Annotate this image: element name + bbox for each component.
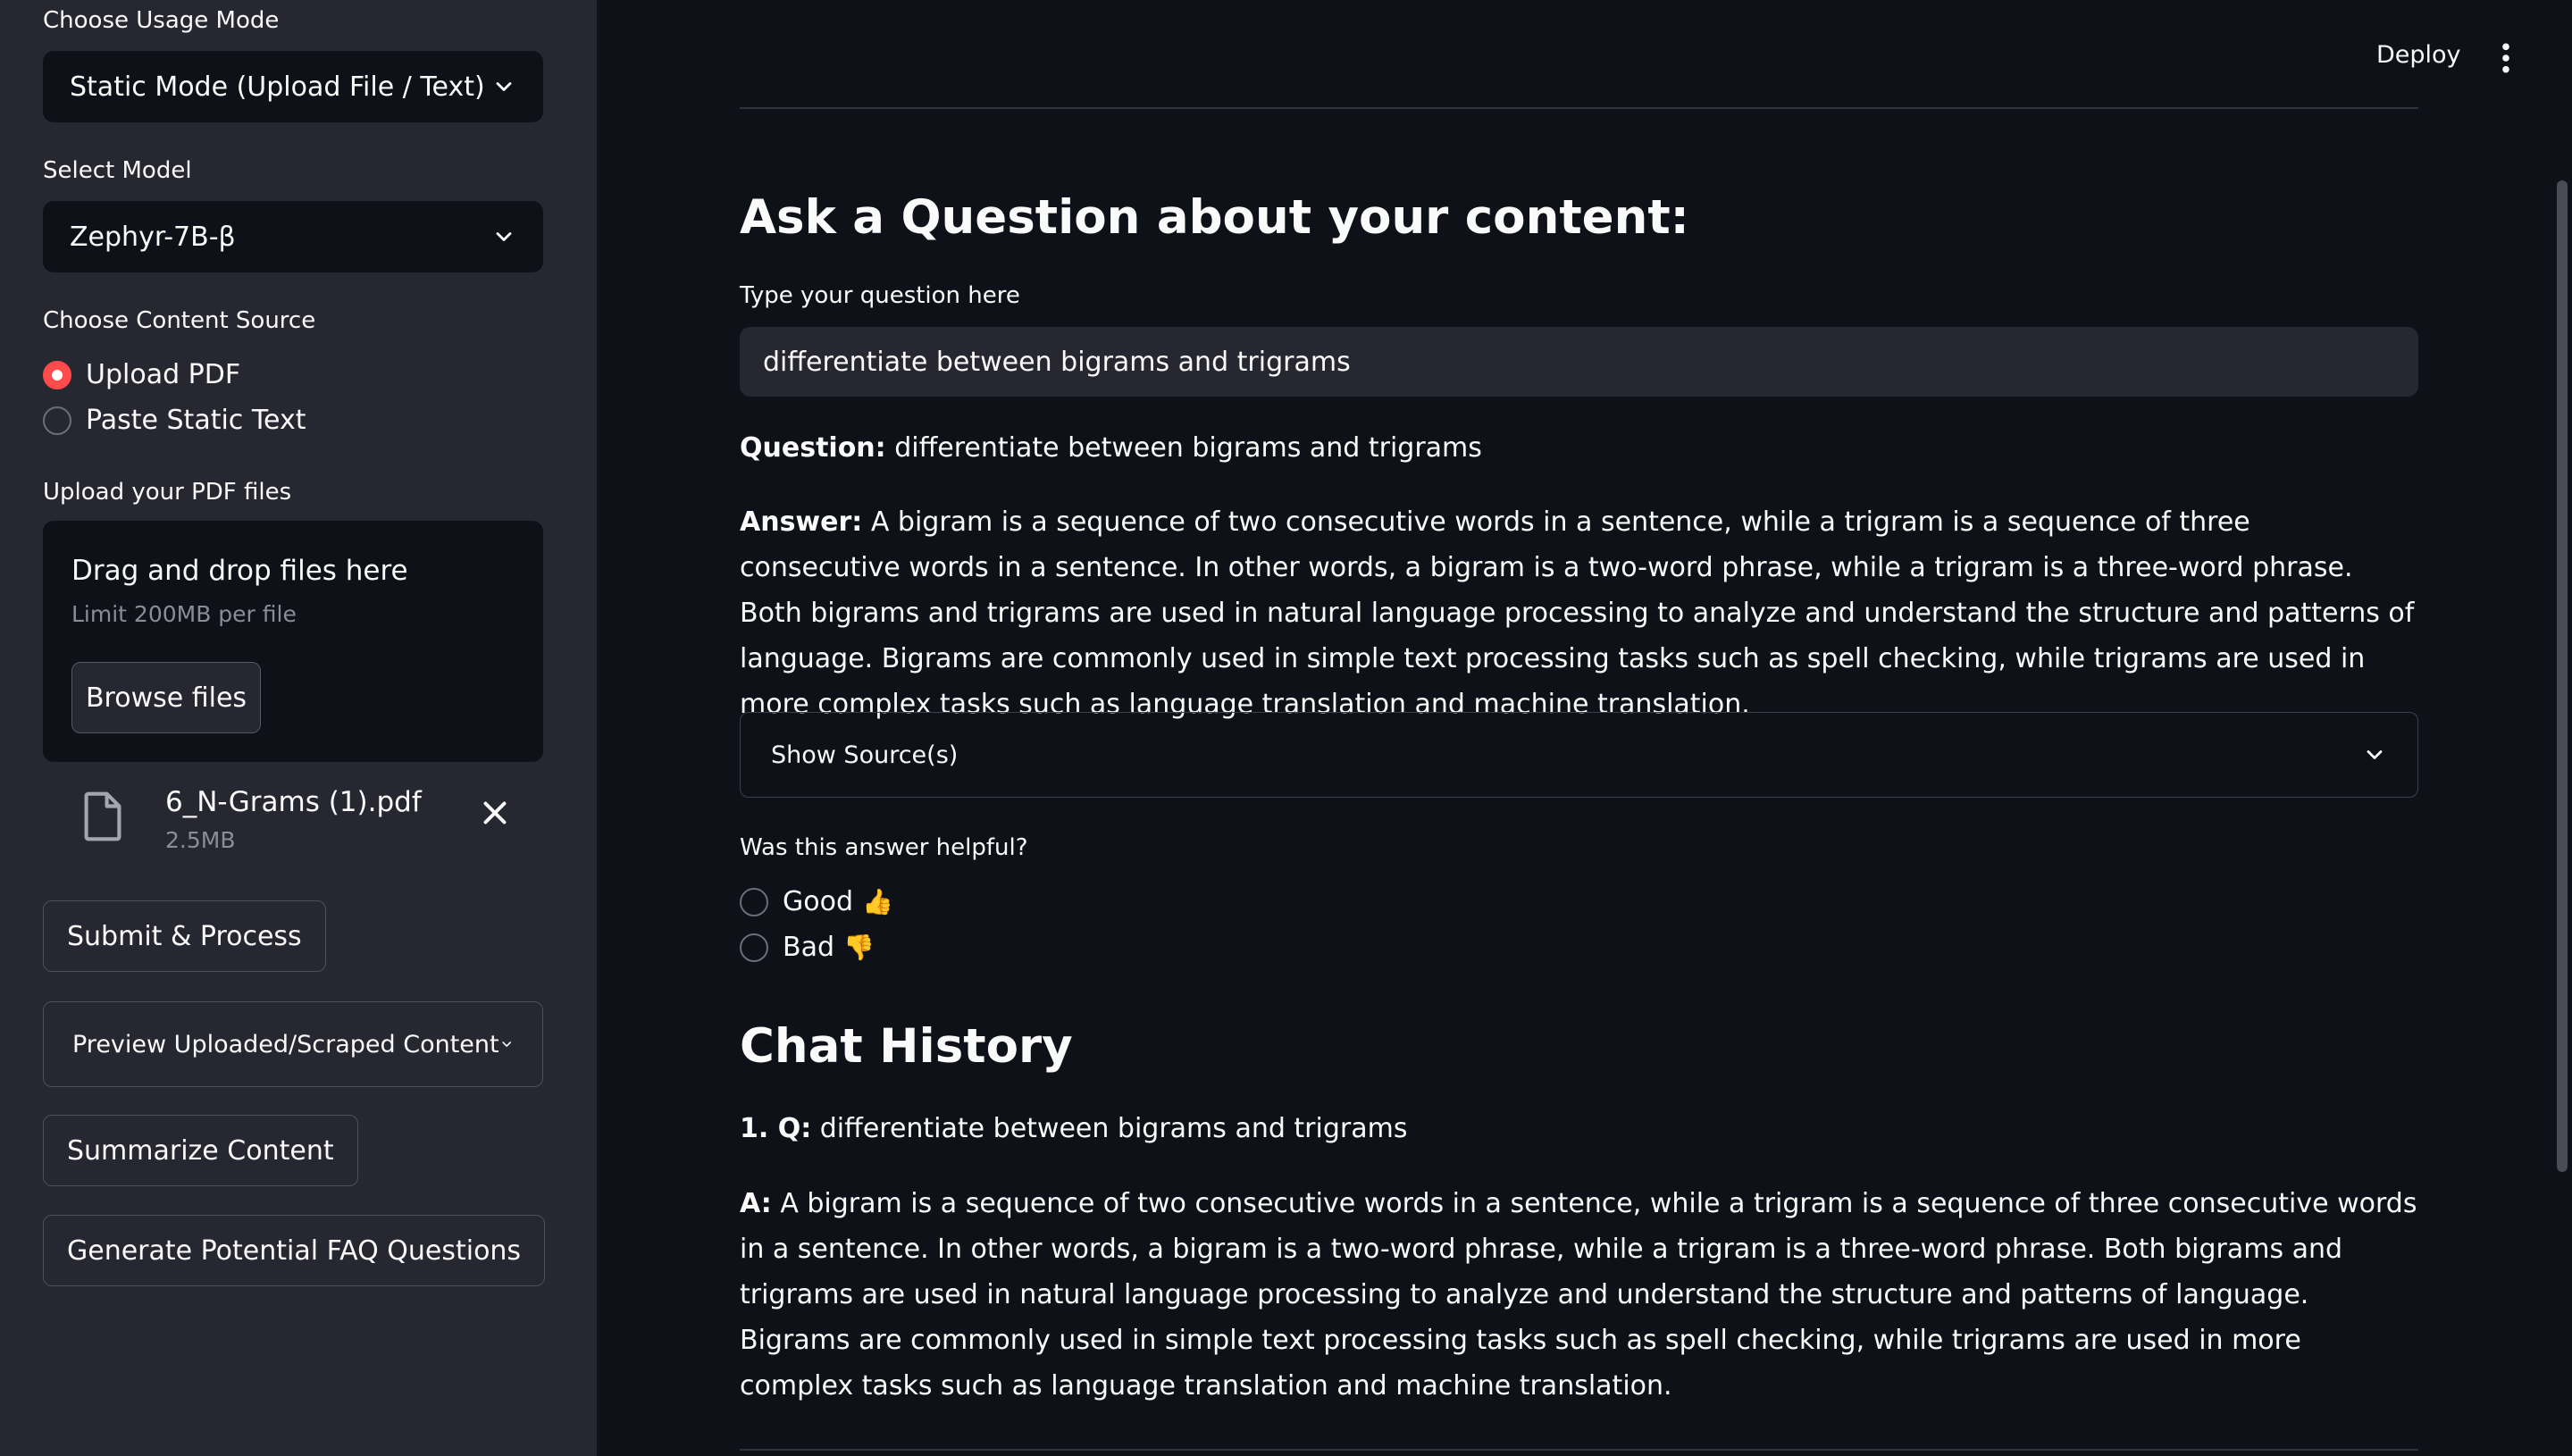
radio-feedback-bad[interactable]: Bad 👎	[740, 932, 875, 963]
question-field-label: Type your question here	[740, 282, 1020, 309]
submit-process-button[interactable]: Submit & Process	[43, 900, 326, 972]
dropzone-limit: Limit 200MB per file	[71, 601, 297, 627]
preview-content-label: Preview Uploaded/Scraped Content	[72, 1030, 499, 1059]
radio-label: Upload PDF	[86, 359, 241, 390]
radio-label: Paste Static Text	[86, 405, 306, 436]
chevron-down-icon	[501, 1042, 511, 1047]
model-label: Select Model	[43, 157, 192, 184]
summarize-content-button[interactable]: Summarize Content	[43, 1115, 358, 1186]
question-prefix: Question:	[740, 432, 886, 464]
history-q-prefix: 1. Q:	[740, 1113, 812, 1144]
file-dropzone[interactable]: Drag and drop files here Limit 200MB per…	[43, 521, 543, 762]
thumbs-down-icon: 👎	[843, 933, 875, 962]
kebab-menu-icon[interactable]	[2494, 41, 2518, 75]
close-icon[interactable]	[479, 797, 511, 829]
deploy-button[interactable]: Deploy	[2376, 41, 2461, 69]
feedback-bad-label: Bad	[783, 932, 835, 963]
history-a-text: A bigram is a sequence of two consecutiv…	[740, 1188, 2417, 1402]
question-text: differentiate between bigrams and trigra…	[894, 432, 1482, 464]
footer-divider	[740, 1449, 2418, 1451]
dropzone-title: Drag and drop files here	[71, 555, 408, 587]
feedback-label: Was this answer helpful?	[740, 834, 1028, 861]
radio-unchecked-icon	[740, 887, 768, 916]
usage-mode-value: Static Mode (Upload File / Text)	[70, 71, 485, 103]
file-size: 2.5MB	[165, 827, 236, 853]
radio-feedback-good[interactable]: Good 👍	[740, 886, 893, 917]
chevron-down-icon	[2367, 750, 2383, 759]
question-input[interactable]	[740, 327, 2418, 397]
show-sources-label: Show Source(s)	[771, 741, 959, 769]
history-question: 1. Q: differentiate between bigrams and …	[740, 1106, 2418, 1151]
chevron-down-icon	[496, 232, 512, 241]
history-q-text: differentiate between bigrams and trigra…	[819, 1113, 1408, 1144]
usage-mode-select[interactable]: Static Mode (Upload File / Text)	[43, 51, 543, 122]
answer-text: A bigram is a sequence of two consecutiv…	[740, 506, 2415, 720]
ask-question-heading: Ask a Question about your content:	[740, 190, 1689, 245]
feedback-good-label: Good	[783, 886, 853, 917]
header-divider	[740, 107, 2418, 109]
usage-mode-label: Choose Usage Mode	[43, 7, 280, 34]
upload-label: Upload your PDF files	[43, 479, 292, 506]
question-display: Question: differentiate between bigrams …	[740, 425, 2418, 471]
answer-display: Answer: A bigram is a sequence of two co…	[740, 499, 2418, 727]
scrollbar[interactable]	[2557, 180, 2568, 1172]
thumbs-up-icon: 👍	[862, 887, 893, 916]
browse-files-button[interactable]: Browse files	[71, 662, 261, 733]
model-select[interactable]: Zephyr-7B-β	[43, 201, 543, 272]
generate-faq-button[interactable]: Generate Potential FAQ Questions	[43, 1215, 546, 1286]
chat-history-heading: Chat History	[740, 1019, 1073, 1074]
uploaded-file-item: 6_N-Grams (1).pdf 2.5MB	[43, 777, 543, 858]
file-name: 6_N-Grams (1).pdf	[165, 786, 422, 818]
radio-checked-icon	[43, 360, 71, 389]
radio-unchecked-icon	[43, 406, 71, 435]
preview-content-expander[interactable]: Preview Uploaded/Scraped Content	[43, 1001, 543, 1087]
chevron-down-icon	[496, 82, 512, 91]
show-sources-expander[interactable]: Show Source(s)	[740, 712, 2418, 798]
radio-paste-static-text[interactable]: Paste Static Text	[43, 405, 306, 436]
content-source-label: Choose Content Source	[43, 307, 316, 334]
file-icon	[84, 791, 121, 841]
history-a-prefix: A:	[740, 1188, 772, 1219]
model-value: Zephyr-7B-β	[70, 221, 236, 253]
answer-prefix: Answer:	[740, 506, 863, 538]
radio-upload-pdf[interactable]: Upload PDF	[43, 359, 240, 390]
history-answer: A: A bigram is a sequence of two consecu…	[740, 1181, 2418, 1409]
sidebar: Choose Usage Mode Static Mode (Upload Fi…	[0, 0, 597, 1456]
radio-unchecked-icon	[740, 933, 768, 962]
